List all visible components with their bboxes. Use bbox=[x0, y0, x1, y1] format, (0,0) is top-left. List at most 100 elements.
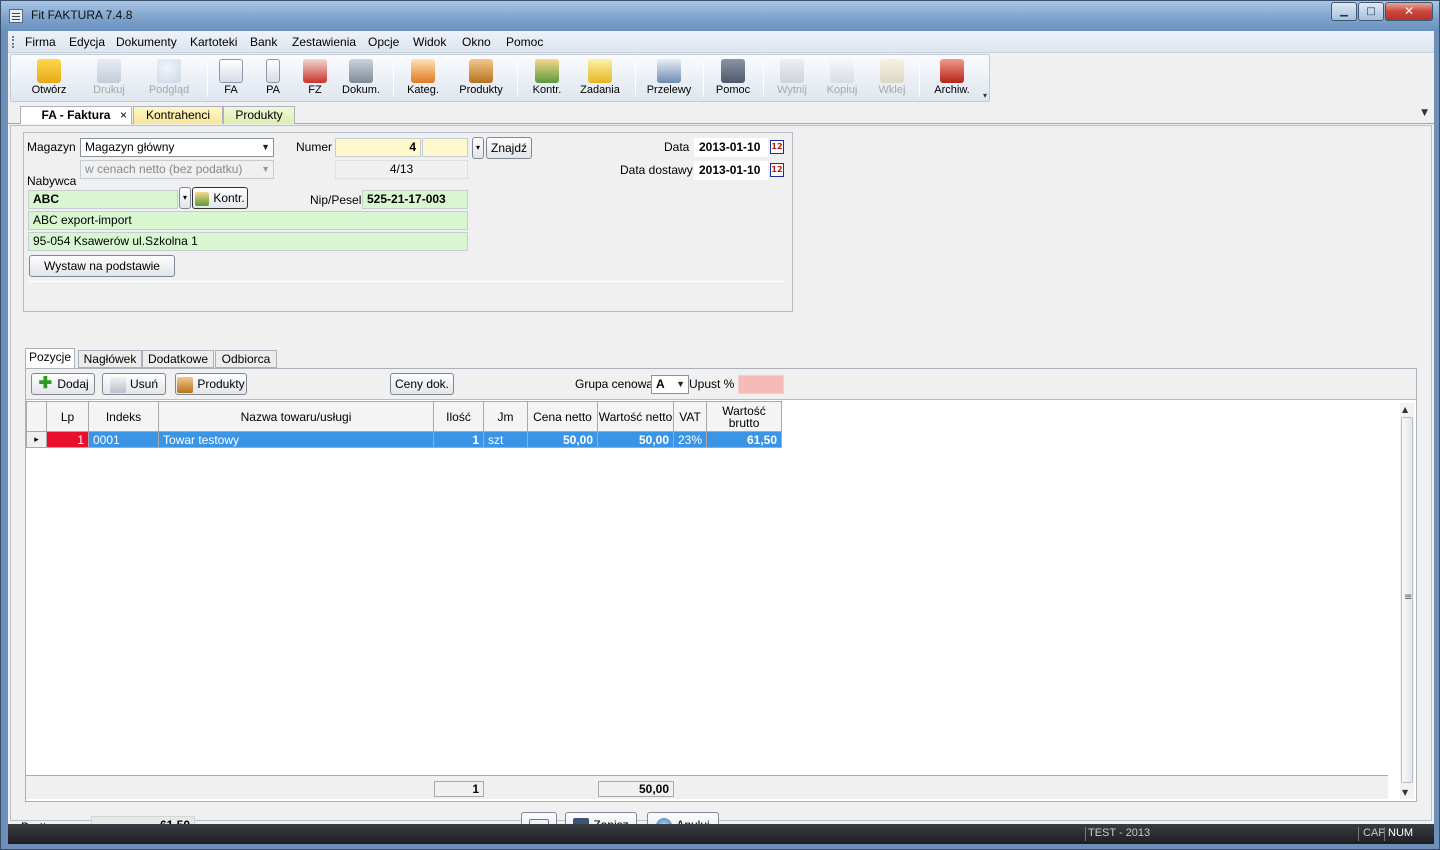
cell-wartosc-brutto[interactable]: 61,50 bbox=[706, 431, 783, 448]
col-indeks[interactable]: Indeks bbox=[88, 401, 159, 432]
price-mode-value: w cenach netto (bez podatku) bbox=[85, 162, 243, 176]
cell-ilosc[interactable]: 1 bbox=[433, 431, 484, 448]
menu-zestawienia[interactable]: Zestawienia bbox=[292, 35, 356, 49]
col-lp[interactable]: Lp bbox=[46, 401, 89, 432]
table-row[interactable]: ▸ 1 0001 Towar testowy 1 szt 50,00 50,00… bbox=[26, 431, 783, 448]
menu-edycja[interactable]: Edycja bbox=[69, 35, 105, 49]
col-vat[interactable]: VAT bbox=[672, 401, 708, 432]
sum-netto: 50,00 bbox=[598, 781, 674, 797]
tab-kontrahenci[interactable]: Kontrahenci bbox=[133, 106, 223, 124]
numer-suffix-input[interactable] bbox=[422, 138, 468, 157]
grid-vertical-scrollbar[interactable]: ▲ ▼ bbox=[1400, 403, 1414, 799]
calendar-icon[interactable]: 12 bbox=[770, 140, 784, 154]
toolbar-categories-button[interactable]: Kateg. bbox=[399, 57, 447, 101]
cell-indeks[interactable]: 0001 bbox=[88, 431, 159, 448]
discount-input[interactable] bbox=[738, 375, 784, 394]
toolbar-print-button[interactable]: Drukuj bbox=[81, 57, 137, 101]
toolbar-contractors-button[interactable]: Kontr. bbox=[523, 57, 571, 101]
maximize-button[interactable]: □ bbox=[1358, 2, 1384, 21]
wystaw-na-podstawie-button[interactable]: Wystaw na podstawie bbox=[29, 255, 175, 277]
cell-vat[interactable]: 23% bbox=[672, 431, 708, 448]
cell-lp[interactable]: 1 bbox=[46, 431, 89, 448]
price-mode-select[interactable]: w cenach netto (bez podatku) ▼ bbox=[80, 160, 274, 179]
cell-cena-netto[interactable]: 50,00 bbox=[527, 431, 598, 448]
toolbar-fa-button[interactable]: FA bbox=[211, 57, 251, 101]
nabywca-dropdown-button[interactable]: ▾ bbox=[179, 187, 191, 209]
menu-bank[interactable]: Bank bbox=[250, 35, 277, 49]
menu-kartoteki[interactable]: Kartoteki bbox=[190, 35, 237, 49]
toolbar-documents-button[interactable]: Dokum. bbox=[337, 57, 385, 101]
data-dostawy-input[interactable]: 2013-01-10 bbox=[694, 161, 768, 180]
toolbar-archive-button[interactable]: Archiw. bbox=[925, 57, 979, 101]
menu-dokumenty[interactable]: Dokumenty bbox=[116, 35, 177, 49]
tab-pozycje[interactable]: Pozycje bbox=[25, 348, 75, 369]
menu-pomoc[interactable]: Pomoc bbox=[506, 35, 543, 49]
tab-odbiorca[interactable]: Odbiorca bbox=[215, 350, 277, 368]
numer-dropdown-button[interactable]: ▾ bbox=[472, 137, 484, 159]
products-box-icon bbox=[177, 376, 194, 393]
col-nazwa[interactable]: Nazwa towaru/usługi bbox=[158, 401, 434, 432]
status-company: TEST - 2013 bbox=[1088, 827, 1151, 839]
minimize-button[interactable]: ▁ bbox=[1331, 2, 1357, 21]
scroll-up-icon[interactable]: ▲ bbox=[1402, 405, 1408, 414]
window-title: Fit FAKTURA 7.4.8 bbox=[31, 8, 133, 22]
nabywca-address-input[interactable]: 95-054 Ksawerów ul.Szkolna 1 bbox=[28, 232, 468, 251]
document-tabstrip: FA - Faktura × Kontrahenci Produkty ▼ bbox=[8, 104, 1434, 124]
col-jm[interactable]: Jm bbox=[483, 401, 528, 432]
col-wartosc-brutto[interactable]: Wartość brutto bbox=[706, 401, 783, 432]
nabywca-short-input[interactable]: ABC bbox=[28, 190, 178, 209]
nip-input[interactable]: 525-21-17-003 bbox=[362, 190, 468, 209]
toolbar-fz-button[interactable]: FZ bbox=[295, 57, 335, 101]
toolbar-preview-button[interactable]: Podgląd bbox=[139, 57, 199, 101]
data-input[interactable]: 2013-01-10 bbox=[694, 138, 768, 157]
close-button[interactable]: ✕ bbox=[1385, 2, 1433, 21]
tabs-dropdown-icon[interactable]: ▼ bbox=[1421, 108, 1428, 118]
toolbar-products-label: Produkty bbox=[459, 84, 503, 96]
add-item-label: Dodaj bbox=[57, 377, 89, 391]
col-ilosc[interactable]: Ilość bbox=[433, 401, 484, 432]
numer-input[interactable]: 4 bbox=[335, 138, 421, 157]
ceny-dok-button[interactable]: Ceny dok. bbox=[390, 373, 454, 395]
row-pointer-icon: ▸ bbox=[26, 431, 47, 448]
cell-jm[interactable]: szt bbox=[483, 431, 528, 448]
col-wartosc-netto[interactable]: Wartość netto bbox=[597, 401, 674, 432]
col-cena-netto[interactable]: Cena netto bbox=[527, 401, 598, 432]
tab-close-icon[interactable]: × bbox=[120, 107, 127, 123]
tab-produkty[interactable]: Produkty bbox=[223, 106, 295, 124]
add-item-button[interactable]: ✚ Dodaj bbox=[31, 373, 95, 395]
menu-widok[interactable]: Widok bbox=[413, 35, 446, 49]
znajdz-button[interactable]: Znajdź bbox=[486, 137, 532, 159]
menu-firma[interactable]: Firma bbox=[25, 35, 56, 49]
menu-opcje[interactable]: Opcje bbox=[368, 35, 399, 49]
cell-wartosc-netto[interactable]: 50,00 bbox=[597, 431, 674, 448]
toolbar-products-button[interactable]: Produkty bbox=[451, 57, 511, 101]
scrollbar-thumb[interactable] bbox=[1401, 417, 1413, 783]
nabywca-name-input[interactable]: ABC export-import bbox=[28, 211, 468, 230]
toolbar-pa-button[interactable]: PA bbox=[253, 57, 293, 101]
tab-dodatkowe[interactable]: Dodatkowe bbox=[142, 350, 214, 368]
toolbar-overflow-icon[interactable]: ▾ bbox=[983, 91, 987, 100]
contractor-search-icon bbox=[195, 191, 210, 206]
tab-fa-faktura[interactable]: FA - Faktura × bbox=[20, 106, 132, 124]
menu-okno[interactable]: Okno bbox=[462, 35, 491, 49]
magazyn-label: Magazyn bbox=[27, 140, 76, 154]
toolbar-copy-button[interactable]: Kopiuj bbox=[819, 57, 865, 101]
remove-document-icon bbox=[109, 376, 126, 393]
scroll-down-icon[interactable]: ▼ bbox=[1402, 788, 1408, 797]
remove-item-button[interactable]: Usuń bbox=[102, 373, 166, 395]
calendar-icon[interactable]: 12 bbox=[770, 163, 784, 177]
products-button[interactable]: Produkty bbox=[175, 373, 247, 395]
kontr-button[interactable]: Kontr. bbox=[192, 187, 248, 209]
toolbar-open-button[interactable]: Otwórz bbox=[21, 57, 77, 101]
toolbar-cut-button[interactable]: Wytnij bbox=[769, 57, 815, 101]
toolbar-tasks-button[interactable]: Zadania bbox=[573, 57, 627, 101]
toolbar-transfers-button[interactable]: Przelewy bbox=[641, 57, 697, 101]
toolbar-paste-button[interactable]: Wklej bbox=[869, 57, 915, 101]
price-group-select[interactable]: A ▼ bbox=[651, 375, 689, 394]
title-bar[interactable]: Fit FAKTURA 7.4.8 ▁ □ ✕ bbox=[1, 1, 1439, 31]
magazyn-select[interactable]: Magazyn główny ▼ bbox=[80, 138, 274, 157]
toolbar-separator bbox=[635, 61, 636, 97]
tab-naglowek[interactable]: Nagłówek bbox=[78, 350, 142, 368]
cell-nazwa[interactable]: Towar testowy bbox=[158, 431, 434, 448]
toolbar-help-button[interactable]: Pomoc bbox=[709, 57, 757, 101]
